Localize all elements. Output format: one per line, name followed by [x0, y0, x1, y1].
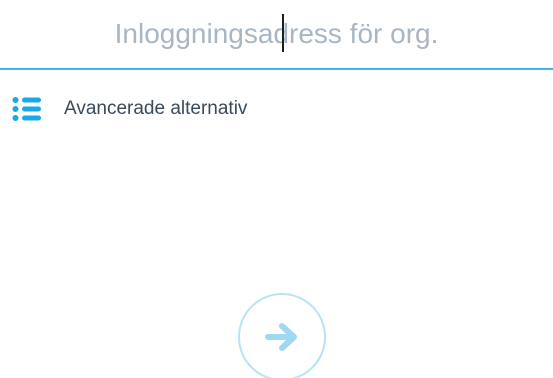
- next-button[interactable]: [238, 293, 326, 378]
- sign-in-address-input[interactable]: [0, 10, 553, 58]
- advanced-options-label: Avancerade alternativ: [64, 98, 248, 119]
- arrow-right-icon: [265, 323, 297, 351]
- sign-in-address-field: [0, 0, 553, 70]
- sign-in-page: Avancerade alternativ: [0, 0, 553, 378]
- text-caret: [282, 14, 284, 52]
- list-icon: [12, 97, 41, 121]
- advanced-options-link[interactable]: Avancerade alternativ: [12, 92, 247, 126]
